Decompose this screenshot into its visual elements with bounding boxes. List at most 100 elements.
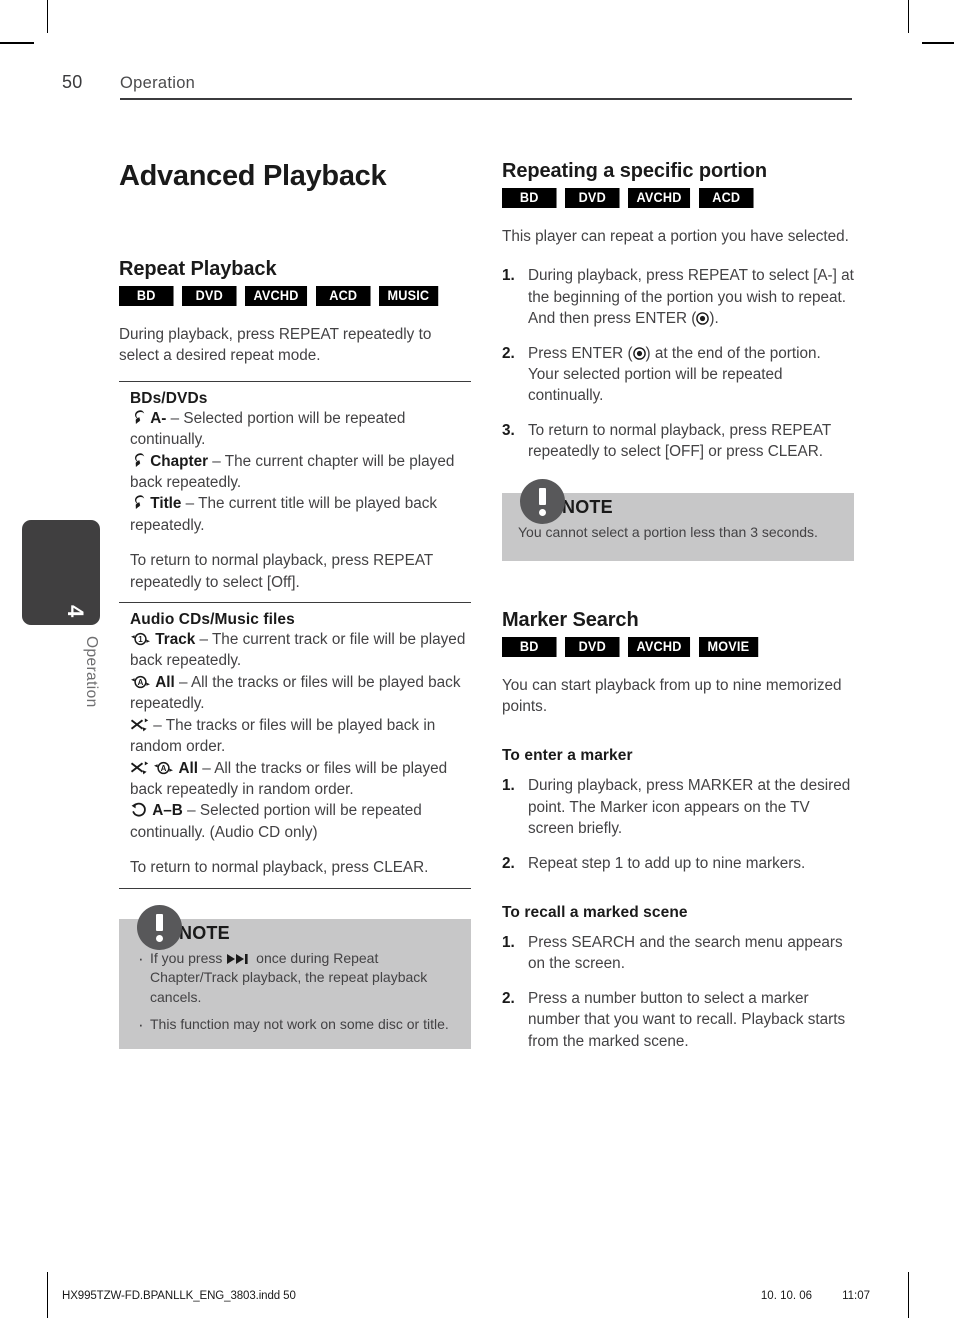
note-label: NOTE <box>179 922 230 943</box>
note-item-text-before: If you press <box>150 949 223 966</box>
step-number: 2. <box>502 854 515 872</box>
subheading-recall-marker: To recall a marked scene <box>502 903 688 921</box>
step-number: 2. <box>502 989 515 1007</box>
enter-button-icon <box>696 312 710 326</box>
note-list-item: If you press once during Repeat Chapter/… <box>135 947 455 1009</box>
badge-bd: BD <box>502 636 557 657</box>
repeat-ab-icon <box>130 802 148 818</box>
badge-avchd: AVCHD <box>628 188 691 208</box>
step-item: 1. Press SEARCH and the search menu appe… <box>502 932 854 975</box>
crop-tick-top-left <box>0 42 34 44</box>
repeat-item-a: A- – Selected portion will be repeated c… <box>130 408 471 451</box>
shuffle-icon <box>130 717 149 733</box>
repeat-all-icon: A <box>130 674 151 690</box>
repeat-item-a-desc: – Selected portion will be repeated cont… <box>130 409 406 449</box>
badge-bd: BD <box>502 188 557 208</box>
repeat-item-all: A All – All the tracks or files will be … <box>130 672 471 715</box>
footer-time: 11:07 <box>842 1290 870 1302</box>
footer-file-name: HX995TZW-FD.BPANLLK_ENG_3803.indd 50 <box>62 1290 296 1302</box>
note-badge: NOTE <box>137 904 230 950</box>
note-badge: NOTE <box>520 478 613 524</box>
repeat-all-icon: A <box>153 760 174 776</box>
badge-movie: MOVIE <box>699 636 758 657</box>
repeat-arrow-icon <box>130 409 146 426</box>
page-number: 50 <box>62 72 83 92</box>
header-section-title: Operation <box>120 74 196 92</box>
step-number: 2. <box>502 344 515 362</box>
enter-button-icon <box>632 346 646 360</box>
crop-mark-top-left <box>47 0 48 33</box>
repeat-arrow-icon <box>130 452 146 469</box>
note-list-item: This function may not work on some disc … <box>135 1013 455 1037</box>
repeat-item-chapter: Chapter – The current chapter will be pl… <box>130 451 471 494</box>
exclamation-icon <box>520 478 565 524</box>
step-number: 1. <box>502 933 515 951</box>
recall-marker-steps: 1. Press SEARCH and the search menu appe… <box>502 932 854 1052</box>
chapter-tab-number: 4 <box>63 604 88 617</box>
chapter-tab-label: Operation <box>83 636 100 708</box>
step-number: 1. <box>502 777 515 795</box>
repeat-arrow-icon <box>130 494 146 511</box>
print-footer: HX995TZW-FD.BPANLLK_ENG_3803.indd 50 10.… <box>62 1290 892 1302</box>
repeat-playback-intro: During playback, press REPEAT repeatedly… <box>119 326 432 365</box>
skip-forward-icon <box>226 953 252 965</box>
marker-search-intro: You can start playback from up to nine m… <box>502 676 842 715</box>
bds-dvds-return-note: To return to normal playback, press REPE… <box>130 552 433 591</box>
step-number: 3. <box>502 421 515 439</box>
step-item: 1. During playback, press REPEAT to sele… <box>502 265 854 329</box>
format-badges-marker-search: BD DVD AVCHD MOVIE <box>502 636 854 657</box>
section-title-repeating-portion: Repeating a specific portion <box>502 160 768 182</box>
format-badges-repeating-portion: BD DVD AVCHD ACD <box>502 188 854 208</box>
step-item: 2. Press ENTER () at the end of the port… <box>502 343 854 407</box>
repeat-item-a-term: A- <box>150 409 167 427</box>
badge-dvd: DVD <box>565 188 620 208</box>
repeat-item-random-desc: – The tracks or files will be played bac… <box>130 716 436 756</box>
repeat-item-chapter-term: Chapter <box>150 452 209 470</box>
repeat-item-title-term: Title <box>150 495 182 513</box>
step-item: 2. Press a number button to select a mar… <box>502 988 854 1052</box>
footer-crop-left <box>47 1272 48 1306</box>
format-badges-repeat-playback: BD DVD AVCHD ACD MUSIC <box>119 286 471 306</box>
repeat-item-random: – The tracks or files will be played bac… <box>130 715 471 758</box>
badge-bd: BD <box>119 286 174 306</box>
repeat-item-all-desc: – All the tracks or files will be played… <box>130 673 461 713</box>
step-text: To return to normal playback, press REPE… <box>528 421 831 461</box>
note-list: If you press once during Repeat Chapter/… <box>135 947 455 1038</box>
repeat-item-title: Title – The current title will be played… <box>130 493 471 536</box>
badge-acd: ACD <box>316 286 371 306</box>
page-header: 50 Operation <box>62 72 852 100</box>
exclamation-icon <box>137 904 182 950</box>
step-item: 1. During playback, press MARKER at the … <box>502 775 854 839</box>
repeat-one-icon: 1 <box>130 631 151 647</box>
step-text: Repeat step 1 to add up to nine markers. <box>528 854 806 872</box>
section-title-repeat-playback: Repeat Playback <box>119 258 277 280</box>
crop-mark-top-right <box>908 0 909 33</box>
repeat-item-ab-term: A–B <box>152 802 183 820</box>
step-text: Press SEARCH and the search menu appears… <box>528 933 843 973</box>
repeat-item-random-all: A All – All the tracks or files will be … <box>130 758 471 801</box>
step-item: 2. Repeat step 1 to add up to nine marke… <box>502 853 854 874</box>
step-text-after: ). <box>709 310 719 328</box>
step-item: 3. To return to normal playback, press R… <box>502 420 854 463</box>
audio-cds-return-note: To return to normal playback, press CLEA… <box>130 859 429 877</box>
svg-text:A: A <box>138 678 144 687</box>
repeat-item-track: 1 Track – The current track or file will… <box>130 629 471 672</box>
group-audio-cds: Audio CDs/Music files 1 Track – The curr… <box>119 603 471 889</box>
footer-date: 10. 10. 06 <box>760 1290 813 1302</box>
repeating-portion-intro: This player can repeat a portion you hav… <box>502 228 849 245</box>
header-divider <box>120 98 852 100</box>
subheading-audio-cds: Audio CDs/Music files <box>130 611 295 629</box>
badge-music: MUSIC <box>379 286 438 306</box>
step-text-before: Press ENTER ( <box>528 344 633 362</box>
repeat-item-random-all-term: All <box>178 759 199 777</box>
subheading-enter-marker: To enter a marker <box>502 747 633 765</box>
badge-dvd: DVD <box>182 286 237 306</box>
step-number: 1. <box>502 267 515 285</box>
svg-text:A: A <box>161 764 167 773</box>
repeat-item-ab: A–B – Selected portion will be repeated … <box>130 800 471 843</box>
badge-avchd: AVCHD <box>245 286 308 306</box>
note-box-repeat-playback: NOTE If you press once during Repeat Cha… <box>119 904 471 1050</box>
step-text: During playback, press MARKER at the des… <box>528 777 851 838</box>
subheading-bds-dvds: BDs/DVDs <box>130 389 208 407</box>
repeat-item-track-term: Track <box>155 631 196 649</box>
